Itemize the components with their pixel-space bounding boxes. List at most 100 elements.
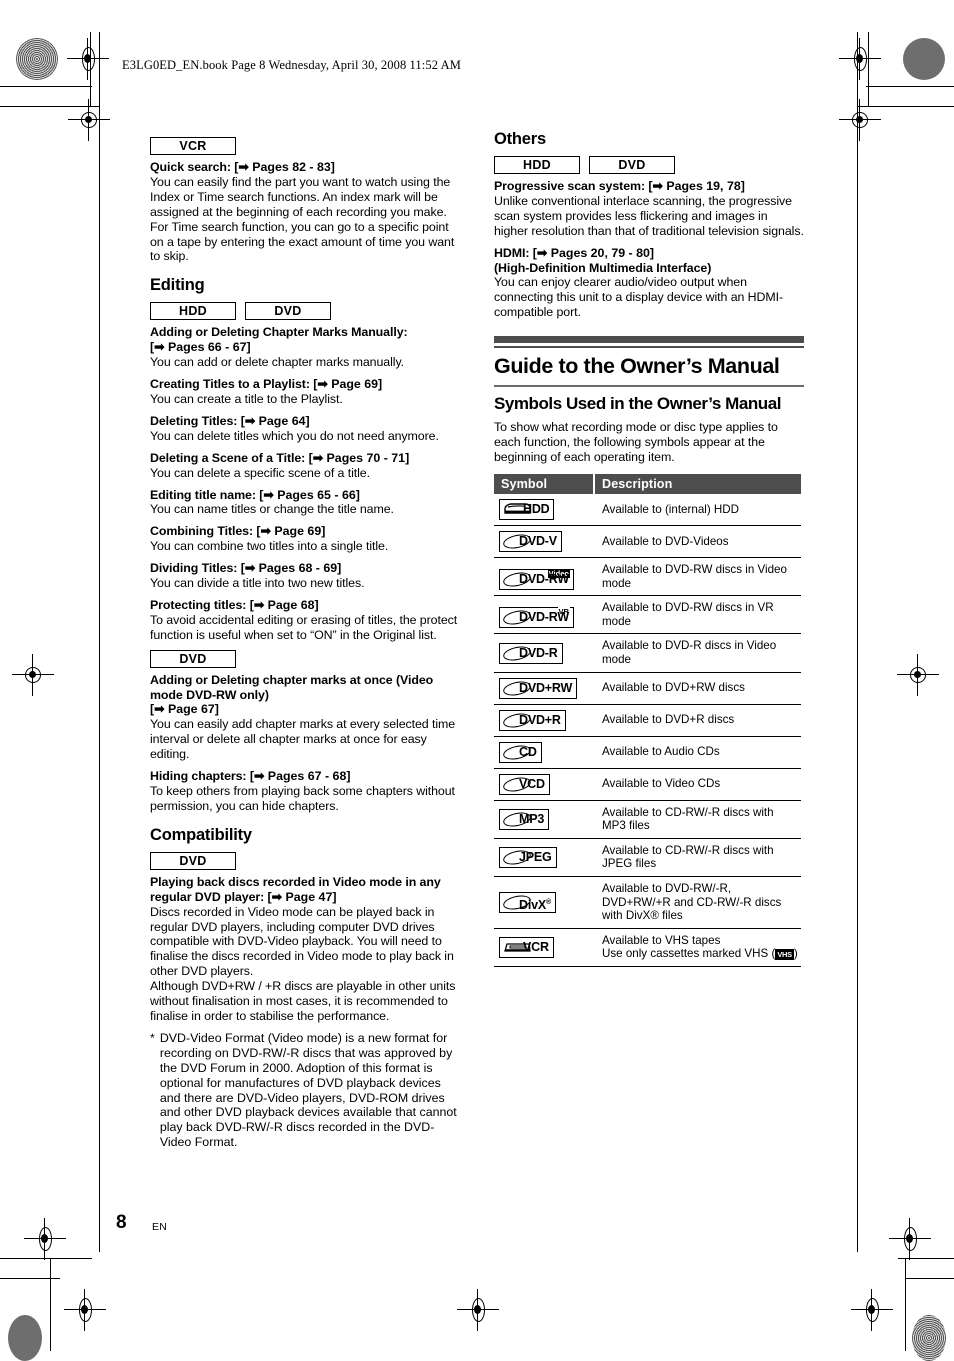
feature-description: You can add or delete chapter marks manu… bbox=[150, 355, 405, 370]
halftone-patch-bottom-right bbox=[912, 1315, 946, 1361]
column-header-description: Description bbox=[594, 474, 801, 495]
others-section: Others HDD DVD Progressive scan system: … bbox=[494, 130, 804, 320]
registration-mark bbox=[839, 38, 881, 80]
symbol-description: Available to DVD-Videos bbox=[594, 525, 801, 559]
page-language-code: EN bbox=[152, 1221, 168, 1233]
feature-entry-heading: Protecting titles: [➡ Page 68] bbox=[150, 598, 460, 613]
media-chip-group: HDD DVD bbox=[150, 302, 460, 321]
feature-description: To keep others from playing back some ch… bbox=[150, 784, 455, 813]
feature-entry: Progressive scan system: [➡ Pages 19, 78… bbox=[494, 179, 804, 239]
media-chip-dvd: DVD bbox=[589, 156, 675, 174]
feature-description: To avoid accidental editing or erasing o… bbox=[150, 612, 458, 642]
table-row: CD Available to Audio CDs bbox=[494, 736, 801, 769]
feature-entry-heading: Deleting a Scene of a Title: [➡ Pages 70… bbox=[150, 451, 460, 466]
feature-lead: Adding or Deleting chapter marks at once… bbox=[150, 672, 434, 702]
page-reference: [➡ Page 67] bbox=[150, 702, 219, 717]
feature-entry: Deleting Titles: [➡ Page 64] You can del… bbox=[150, 414, 460, 444]
page-reference: [➡ Pages 66 - 67] bbox=[150, 340, 251, 355]
symbol-description: Available to DVD-R discs in Video mode bbox=[594, 633, 801, 673]
crop-mark-line bbox=[905, 1258, 907, 1351]
page-reference: [➡ Pages 65 - 66] bbox=[259, 487, 360, 502]
feature-entry: Protecting titles: [➡ Page 68] To avoid … bbox=[150, 598, 460, 643]
page-reference: [➡ Pages 82 - 83] bbox=[234, 160, 335, 174]
section-heading-compatibility: Compatibility bbox=[150, 825, 252, 844]
symbol-cell: DVD-R bbox=[494, 633, 594, 673]
symbol-badge-hdd: HDD bbox=[499, 499, 555, 521]
registration-mark bbox=[67, 38, 109, 80]
table-row: DVD-V Available to DVD-Videos bbox=[494, 525, 801, 559]
symbol-description-line2-pre: Use only cassettes marked VHS ( bbox=[602, 947, 776, 961]
page-reference: [➡ Page 69] bbox=[256, 524, 326, 539]
registration-mark bbox=[851, 1289, 893, 1331]
feature-lead: Combining Titles: bbox=[150, 524, 254, 539]
symbol-badge-label: MP3 bbox=[519, 811, 545, 826]
editing-section: Editing HDD DVD Adding or Deleting Chapt… bbox=[150, 276, 460, 642]
media-chip-dvd: DVD bbox=[150, 649, 236, 668]
table-row: DivX® Available to DVD-RW/-R, DVD+RW/+R … bbox=[494, 876, 801, 929]
registration-mark bbox=[897, 654, 939, 696]
feature-lead: Creating Titles to a Playlist: bbox=[150, 377, 310, 392]
feature-entry: Combining Titles: [➡ Page 69] You can co… bbox=[150, 524, 460, 554]
halftone-patch-bottom-left bbox=[8, 1315, 42, 1361]
feature-description: You can divide a title into two new titl… bbox=[150, 576, 365, 591]
crop-mark-line bbox=[866, 86, 954, 88]
feature-entry: Creating Titles to a Playlist: [➡ Page 6… bbox=[150, 377, 460, 407]
feature-entry-heading: Deleting Titles: [➡ Page 64] bbox=[150, 414, 460, 429]
table-header-row: Symbol Description bbox=[494, 474, 801, 495]
crop-mark-line bbox=[898, 1258, 954, 1260]
table-row: VCD Available to Video CDs bbox=[494, 768, 801, 801]
registration-mark bbox=[839, 99, 881, 141]
table-row: MP3 Available to CD-RW/-R discs with MP3… bbox=[494, 800, 801, 839]
page-reference: [➡ Pages 68 - 69] bbox=[240, 561, 342, 576]
symbol-badge-cd: CD bbox=[499, 741, 542, 763]
footnote: * DVD-Video Format (Video mode) is a new… bbox=[150, 1031, 460, 1150]
symbol-badge-dvd-v: DVD-V bbox=[499, 531, 562, 553]
table-row: JPEG Available to CD-RW/-R discs with JP… bbox=[494, 838, 801, 878]
feature-subtitle: (High-Definition Multimedia Interface) bbox=[494, 260, 712, 275]
symbol-badge-label: JPEG bbox=[519, 849, 552, 864]
symbol-badge-label: CD bbox=[519, 744, 537, 759]
feature-entry: Editing title name: [➡ Pages 65 - 66] Yo… bbox=[150, 488, 460, 518]
symbol-badge-vcr: VCR bbox=[499, 936, 554, 958]
symbol-badge-label: DVD+R bbox=[519, 712, 561, 727]
symbol-cell: CD bbox=[494, 736, 594, 769]
symbol-description: Available to DVD-RW discs in Video mode bbox=[594, 557, 801, 597]
feature-entry-heading: Dividing Titles: [➡ Pages 68 - 69] bbox=[150, 561, 460, 576]
feature-lead: Deleting a Scene of a Title: bbox=[150, 450, 306, 465]
feature-description: You can name titles or change the title … bbox=[150, 502, 394, 517]
feature-entry: Quick search: [➡ Pages 82 - 83] You can … bbox=[150, 160, 460, 264]
symbol-cell: DVD+R bbox=[494, 704, 594, 737]
symbols-intro-text: To show what recording mode or disc type… bbox=[494, 420, 778, 465]
symbol-cell: DivX® bbox=[494, 876, 594, 929]
feature-entry: Playing back discs recorded in Video mod… bbox=[150, 875, 460, 1024]
symbol-badge-jpeg: JPEG bbox=[499, 846, 557, 868]
registration-mark bbox=[64, 1289, 106, 1331]
media-chip-dvd: DVD bbox=[245, 302, 331, 321]
symbol-cell: HDD bbox=[494, 494, 594, 527]
feature-lead: Editing title name: bbox=[150, 487, 256, 502]
symbol-cell: DVD+RW bbox=[494, 672, 594, 705]
footnote-marker: * bbox=[150, 1030, 155, 1045]
feature-lead: Progressive scan system: bbox=[494, 179, 645, 193]
feature-entry-heading: Quick search: [➡ Pages 82 - 83] bbox=[150, 160, 460, 175]
page-reference: [➡ Pages 19, 78] bbox=[648, 179, 745, 193]
symbol-description: Available to DVD+RW discs bbox=[594, 672, 801, 705]
section-heading-others: Others bbox=[494, 130, 546, 148]
table-row: VR DVD-RW Available to DVD-RW discs in V… bbox=[494, 595, 801, 635]
symbols-table: Symbol Description HDD Available to (int… bbox=[494, 474, 801, 967]
symbol-badge-label: DVD-V bbox=[519, 534, 557, 549]
feature-entry-heading: Editing title name: [➡ Pages 65 - 66] bbox=[150, 488, 460, 503]
feature-description: You can create a title to the Playlist. bbox=[150, 391, 343, 406]
media-chip-group: DVD bbox=[150, 851, 460, 870]
registration-mark bbox=[68, 99, 110, 141]
feature-entry-heading: Hiding chapters: [➡ Pages 67 - 68] bbox=[150, 769, 460, 784]
page-reference: [➡ Page 64] bbox=[240, 413, 310, 428]
book-file-header: E3LG0ED_EN.book Page 8 Wednesday, April … bbox=[122, 58, 461, 72]
page-number: 8 bbox=[116, 1212, 127, 1233]
page-reference: [➡ Page 68] bbox=[249, 597, 319, 612]
feature-description: Discs recorded in Video mode can be play… bbox=[150, 904, 454, 979]
symbol-badge-dvd-rw-video: Video DVD-RW bbox=[499, 568, 574, 590]
symbol-description: Available to Audio CDs bbox=[594, 736, 801, 769]
symbol-description: Available to Video CDs bbox=[594, 768, 801, 801]
symbol-badge-label: HDD bbox=[523, 502, 550, 517]
